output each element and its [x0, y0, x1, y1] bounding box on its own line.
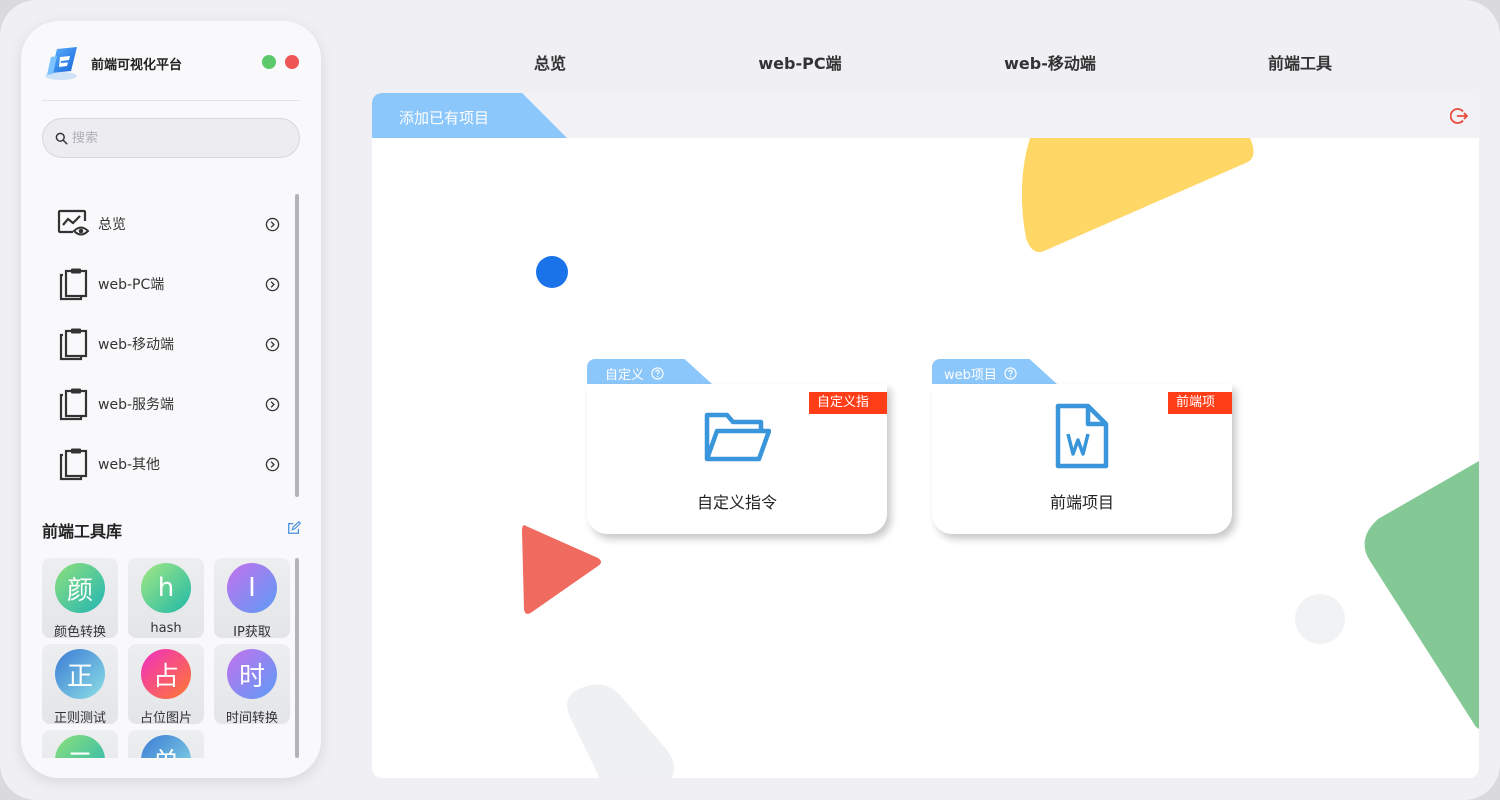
tab-overview[interactable]: 总览	[450, 50, 650, 74]
tool-label: 正则测试	[53, 711, 106, 726]
window-maximize-button[interactable]	[262, 55, 276, 69]
chevron-right-circle-icon	[265, 397, 280, 412]
decorative-gray-dot	[1295, 594, 1345, 644]
sidebar-item-label: web-移动端	[98, 337, 175, 353]
tool-glyph: 单	[141, 735, 191, 758]
decorative-blue-dot	[536, 256, 568, 288]
clipboard-icon	[59, 328, 88, 361]
card-badge: 前端项目	[1168, 392, 1232, 432]
folder-open-icon	[704, 412, 771, 462]
word-document-icon	[1055, 403, 1109, 469]
tool-color-convert[interactable]: 颜 颜色转换	[42, 558, 118, 640]
help-circle-icon[interactable]	[651, 367, 664, 380]
search-box[interactable]	[42, 118, 300, 158]
sidebar-item-overview[interactable]: 总览	[55, 204, 280, 244]
logout-icon[interactable]	[1450, 107, 1468, 125]
tool-glyph: 占	[141, 649, 191, 699]
sidebar: 前端可视化平台 总览	[21, 21, 321, 778]
divider	[42, 100, 300, 101]
tools-scrollbar[interactable]	[295, 558, 299, 758]
tab-web-mobile[interactable]: web-移动端	[950, 50, 1150, 74]
chevron-right-circle-icon	[265, 277, 280, 292]
sidebar-item-label: 总览	[98, 217, 126, 233]
tool-item[interactable]: 二	[42, 730, 118, 758]
sidebar-item-label: web-服务端	[98, 397, 175, 413]
panel-tab-label: 添加已有项目	[399, 109, 490, 127]
toolbox-title: 前端工具库	[42, 522, 123, 541]
tool-glyph: 颜	[55, 563, 105, 613]
tool-regex-test[interactable]: 正 正则测试	[42, 644, 118, 726]
tool-glyph: I	[227, 563, 277, 613]
chevron-right-circle-icon	[265, 337, 280, 352]
project-card-frontend-project[interactable]: web项目 前端项目 前端项目	[932, 359, 1232, 534]
tool-glyph: 二	[55, 735, 105, 758]
decorative-green-shape	[1364, 461, 1479, 729]
decorative-red-triangle	[522, 525, 601, 614]
brand-name: 前端可视化平台	[91, 57, 183, 73]
clipboard-icon	[59, 268, 88, 301]
card-tab: web项目	[932, 359, 1057, 384]
card-title: 自定义指令	[696, 493, 777, 512]
tool-time-convert[interactable]: 时 时间转换	[214, 644, 290, 726]
search-input[interactable]	[72, 130, 272, 146]
search-icon	[55, 132, 68, 145]
brand-logo-icon	[45, 47, 77, 80]
sidebar-item-label: web-其他	[98, 457, 161, 473]
main-panel: 添加已有项目 自定义 自定义指令 自定义指令 web项目 前端项目 前端项目	[372, 93, 1479, 778]
tool-glyph: 正	[55, 649, 105, 699]
tool-label: 占位图片	[139, 711, 192, 726]
tool-glyph: 时	[227, 649, 277, 699]
clipboard-icon	[59, 388, 88, 421]
tool-glyph: h	[141, 563, 191, 613]
decorative-yellow-shape	[1022, 138, 1254, 253]
app-window: 前端可视化平台 总览	[0, 0, 1500, 800]
card-tab-label: 自定义	[605, 368, 645, 383]
tool-label: 颜色转换	[53, 625, 106, 640]
tool-ip-lookup[interactable]: I IP获取	[214, 558, 290, 640]
card-title: 前端项目	[1049, 493, 1114, 512]
brand: 前端可视化平台	[43, 43, 182, 83]
tool-label: 时间转换	[225, 711, 278, 726]
tools-grid: 颜 颜色转换 h hash I IP获取 正 正则测试 占 占位图片 时 时间转…	[42, 558, 294, 758]
project-card-custom-command[interactable]: 自定义 自定义指令 自定义指令	[587, 359, 887, 534]
tab-frontend-tools[interactable]: 前端工具	[1200, 50, 1400, 74]
sidebar-item-web-server[interactable]: web-服务端	[55, 384, 280, 424]
edit-icon[interactable]	[287, 521, 301, 535]
tool-placeholder-image[interactable]: 占 占位图片	[128, 644, 204, 726]
window-close-button[interactable]	[285, 55, 299, 69]
tool-label: hash	[150, 621, 182, 636]
tab-web-pc[interactable]: web-PC端	[700, 50, 900, 74]
sidebar-item-web-mobile[interactable]: web-移动端	[55, 324, 280, 364]
help-circle-icon[interactable]	[1004, 367, 1017, 380]
sidebar-item-label: web-PC端	[98, 277, 165, 293]
card-tab-label: web项目	[944, 368, 997, 383]
card-badge: 自定义指令	[809, 392, 887, 432]
tool-hash[interactable]: h hash	[128, 558, 204, 638]
card-tab: 自定义	[587, 359, 712, 384]
sidebar-item-web-pc[interactable]: web-PC端	[55, 264, 280, 304]
decorative-gray-pill	[567, 684, 674, 778]
nav-scrollbar[interactable]	[295, 194, 299, 497]
sidebar-item-web-other[interactable]: web-其他	[55, 444, 280, 484]
chevron-right-circle-icon	[265, 457, 280, 472]
chevron-right-circle-icon	[265, 217, 280, 232]
tool-item[interactable]: 单	[128, 730, 204, 758]
clipboard-icon	[59, 448, 88, 481]
tool-label: IP获取	[233, 625, 271, 640]
dashboard-eye-icon	[57, 209, 90, 236]
